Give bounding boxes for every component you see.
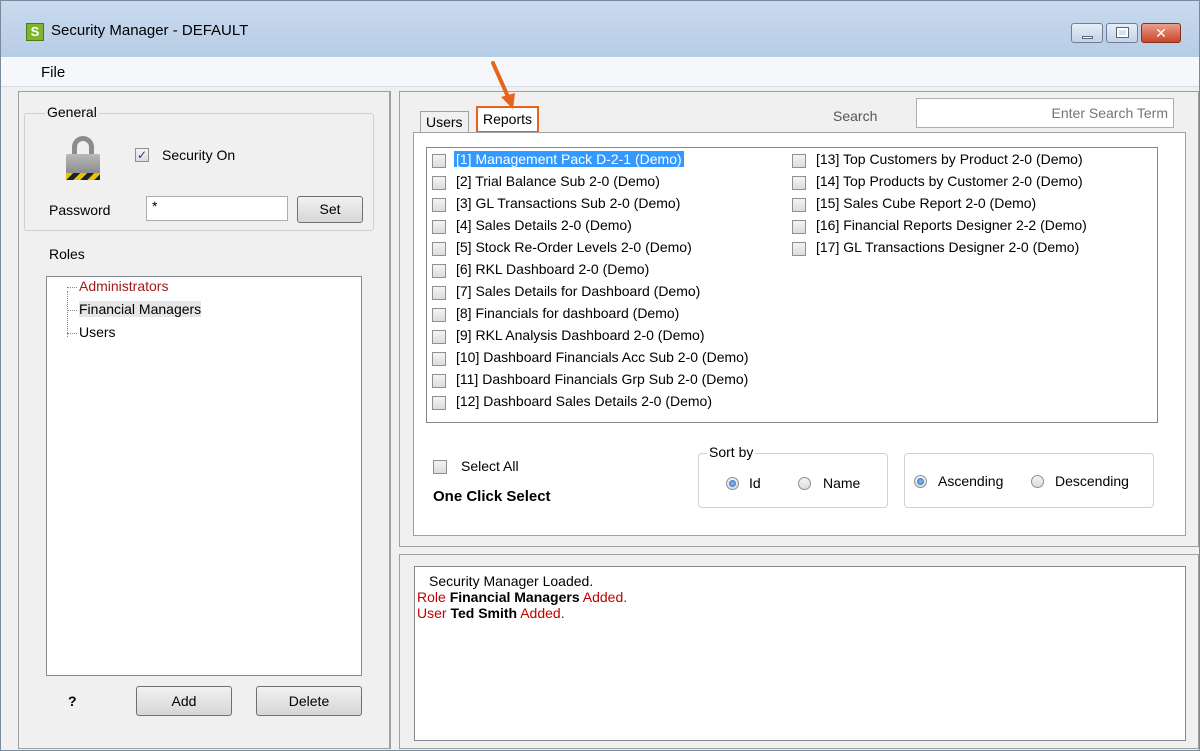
log-output[interactable]: Security Manager Loaded. Role Financial … xyxy=(414,566,1186,741)
horizontal-splitter[interactable] xyxy=(399,547,1199,554)
report-label: [5] Stock Re-Order Levels 2-0 (Demo) xyxy=(456,239,692,255)
app-icon: S xyxy=(26,23,44,41)
descending-label: Descending xyxy=(1055,473,1129,489)
log-line-loaded: Security Manager Loaded. xyxy=(429,573,594,589)
sort-name-radio[interactable] xyxy=(798,477,811,490)
report-label: [11] Dashboard Financials Grp Sub 2-0 (D… xyxy=(456,371,749,387)
report-checkbox[interactable] xyxy=(792,176,806,190)
maximize-icon xyxy=(1116,27,1129,38)
reports-checklist[interactable]: [1] Management Pack D-2-1 (Demo) [2] Tria… xyxy=(426,147,1158,423)
report-checkbox[interactable] xyxy=(432,264,446,278)
password-label: Password xyxy=(49,202,111,218)
log-line-role: Role Financial Managers Added. xyxy=(417,589,628,605)
report-checkbox[interactable] xyxy=(432,352,446,366)
sort-id-label: Id xyxy=(749,475,761,491)
roles-tree[interactable]: Administrators Financial Managers Users xyxy=(46,276,362,676)
menu-bar: File xyxy=(1,57,1199,87)
checkmark-icon: ✓ xyxy=(136,148,148,162)
password-field[interactable]: * xyxy=(146,196,288,221)
lock-icon xyxy=(66,136,100,180)
ascending-label: Ascending xyxy=(938,473,1004,489)
report-checkbox[interactable] xyxy=(432,176,446,190)
report-checkbox[interactable] xyxy=(432,242,446,256)
set-button[interactable]: Set xyxy=(297,196,363,223)
ascending-radio[interactable] xyxy=(914,475,927,488)
report-label: [17] GL Transactions Designer 2-0 (Demo) xyxy=(816,239,1080,255)
report-label: [1] Management Pack D-2-1 (Demo) xyxy=(454,151,684,167)
sort-name-label: Name xyxy=(823,475,861,491)
sort-id-radio[interactable] xyxy=(726,477,739,490)
report-label: [12] Dashboard Sales Details 2-0 (Demo) xyxy=(456,393,713,409)
title-bar[interactable]: S Security Manager - DEFAULT ✕ xyxy=(1,1,1199,57)
report-label: [2] Trial Balance Sub 2-0 (Demo) xyxy=(456,173,660,189)
minimize-button[interactable] xyxy=(1071,23,1103,43)
search-label: Search xyxy=(833,108,878,124)
report-checkbox[interactable] xyxy=(792,220,806,234)
security-on-checkbox[interactable]: ✓ xyxy=(135,148,149,162)
report-label: [9] RKL Analysis Dashboard 2-0 (Demo) xyxy=(456,327,705,343)
annotation-arrow-icon xyxy=(491,61,515,109)
add-button[interactable]: Add xyxy=(136,686,232,716)
report-checkbox[interactable] xyxy=(432,198,446,212)
report-label: [6] RKL Dashboard 2-0 (Demo) xyxy=(456,261,650,277)
report-checkbox[interactable] xyxy=(432,330,446,344)
report-label: [15] Sales Cube Report 2-0 (Demo) xyxy=(816,195,1037,211)
search-input[interactable] xyxy=(916,98,1174,128)
role-users[interactable]: Users xyxy=(67,324,116,340)
report-label: [8] Financials for dashboard (Demo) xyxy=(456,305,680,321)
menu-file[interactable]: File xyxy=(41,64,65,81)
report-label: [10] Dashboard Financials Acc Sub 2-0 (D… xyxy=(456,349,749,365)
select-all-label: Select All xyxy=(461,458,519,474)
report-label: [14] Top Products by Customer 2-0 (Demo) xyxy=(816,173,1083,189)
vertical-splitter[interactable] xyxy=(390,91,399,749)
report-checkbox[interactable] xyxy=(432,396,446,410)
close-icon: ✕ xyxy=(1155,25,1167,41)
report-label: [13] Top Customers by Product 2-0 (Demo) xyxy=(816,151,1083,167)
report-checkbox[interactable] xyxy=(792,242,806,256)
help-icon[interactable]: ? xyxy=(68,693,77,709)
report-checkbox[interactable] xyxy=(432,374,446,388)
report-label: [3] GL Transactions Sub 2-0 (Demo) xyxy=(456,195,681,211)
security-on-label: Security On xyxy=(162,147,236,163)
report-checkbox[interactable] xyxy=(432,154,446,168)
maximize-button[interactable] xyxy=(1106,23,1138,43)
one-click-select-label: One Click Select xyxy=(433,488,551,505)
roles-label: Roles xyxy=(49,246,85,262)
report-checkbox[interactable] xyxy=(432,220,446,234)
role-administrators[interactable]: Administrators xyxy=(67,278,168,294)
window-controls: ✕ xyxy=(1071,23,1181,43)
delete-button[interactable]: Delete xyxy=(256,686,362,716)
report-label: [7] Sales Details for Dashboard (Demo) xyxy=(456,283,701,299)
close-button[interactable]: ✕ xyxy=(1141,23,1181,43)
tab-users[interactable]: Users xyxy=(420,111,469,133)
select-all-checkbox[interactable] xyxy=(433,460,447,474)
role-financial-managers[interactable]: Financial Managers xyxy=(67,301,202,317)
report-checkbox[interactable] xyxy=(432,286,446,300)
general-label: General xyxy=(45,104,99,120)
report-label: [16] Financial Reports Designer 2-2 (Dem… xyxy=(816,217,1087,233)
window-title: Security Manager - DEFAULT xyxy=(51,22,249,39)
sort-by-label: Sort by xyxy=(707,444,756,460)
security-manager-window: S Security Manager - DEFAULT ✕ File Gene… xyxy=(0,0,1200,751)
report-checkbox[interactable] xyxy=(792,154,806,168)
report-checkbox[interactable] xyxy=(432,308,446,322)
minimize-icon xyxy=(1082,36,1093,39)
descending-radio[interactable] xyxy=(1031,475,1044,488)
report-label: [4] Sales Details 2-0 (Demo) xyxy=(456,217,632,233)
report-checkbox[interactable] xyxy=(792,198,806,212)
log-line-user: User Ted Smith Added. xyxy=(417,605,565,621)
